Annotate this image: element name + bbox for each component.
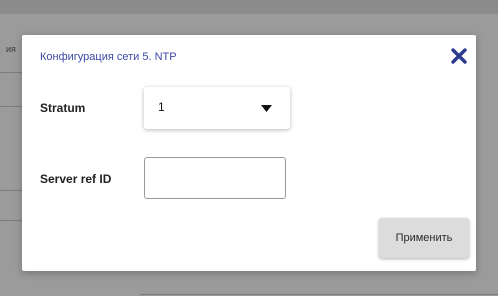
server-ref-id-label: Server ref ID: [40, 172, 112, 186]
dialog-title: Конфигурация сети 5. NTP: [40, 51, 177, 63]
background-divider: [0, 190, 22, 191]
server-ref-id-input[interactable]: [144, 157, 286, 199]
background-divider: [0, 106, 22, 107]
ntp-config-dialog: Конфигурация сети 5. NTP Stratum 1 Serve…: [22, 35, 476, 271]
apply-button[interactable]: Применить: [379, 218, 469, 258]
background-divider: [0, 220, 22, 221]
caret-down-icon: [261, 105, 272, 112]
stratum-select[interactable]: 1: [144, 87, 290, 129]
stratum-label: Stratum: [40, 101, 86, 115]
background-divider: [0, 72, 22, 73]
close-icon[interactable]: [450, 47, 468, 65]
background-fragment-text: ия: [6, 44, 16, 54]
background-divider: [140, 294, 498, 295]
stratum-selected-value: 1: [158, 100, 165, 114]
